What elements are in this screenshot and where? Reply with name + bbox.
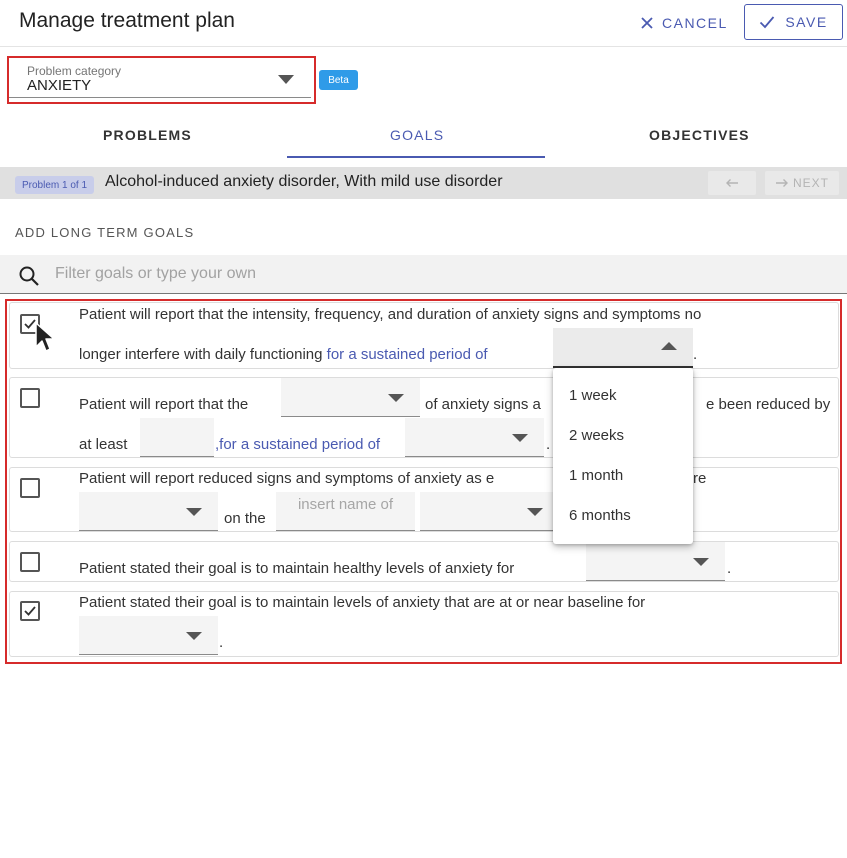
goal-link-text: ,for a sustained period of <box>215 436 381 453</box>
goal-text: Patient will report that the intensity, … <box>79 306 702 323</box>
check-icon <box>760 16 775 29</box>
problem-category-label: Problem category <box>27 64 122 78</box>
goal-dropdown[interactable] <box>79 616 218 655</box>
cancel-button[interactable]: CANCEL <box>640 12 728 34</box>
dropdown-arrow-icon <box>693 558 709 566</box>
dropdown-arrow-icon <box>527 508 543 516</box>
section-title: ADD LONG TERM GOALS <box>15 225 195 240</box>
goal-punctuation: . <box>546 436 551 453</box>
goal-checkbox[interactable] <box>20 478 40 498</box>
search-input[interactable] <box>55 263 755 285</box>
dropdown-arrow-icon <box>186 508 202 516</box>
goal-punctuation: . <box>727 560 732 577</box>
instrument-name-input[interactable]: insert name of <box>276 492 415 531</box>
dropdown-arrow-icon <box>512 434 528 442</box>
dropdown-arrow-icon <box>186 632 202 640</box>
goal-text: of anxiety signs a <box>425 396 541 413</box>
goal-text-line: longer interfere with daily functioning <box>79 346 323 363</box>
goal-dropdown[interactable] <box>405 418 544 457</box>
goal-text: on the <box>224 510 266 527</box>
menu-item-1-month[interactable]: 1 month <box>553 456 693 496</box>
number-input[interactable] <box>140 418 214 457</box>
goal-text: Patient stated their goal is to maintain… <box>79 560 515 577</box>
goal-punctuation: . <box>693 346 698 363</box>
page-title: Manage treatment plan <box>19 9 235 32</box>
active-tab-indicator <box>287 156 545 158</box>
arrow-right-icon <box>775 179 788 187</box>
menu-item-1-week[interactable]: 1 week <box>553 376 693 416</box>
goal-checkbox[interactable] <box>20 388 40 408</box>
tab-goals[interactable]: GOALS <box>390 127 444 143</box>
tab-objectives[interactable]: OBJECTIVES <box>649 127 750 143</box>
goal-dropdown[interactable] <box>281 378 420 417</box>
dropdown-arrow-up-icon[interactable] <box>661 342 677 350</box>
search-icon <box>19 266 39 286</box>
next-button[interactable]: NEXT <box>765 171 839 195</box>
tab-problems[interactable]: PROBLEMS <box>103 127 192 143</box>
dropdown-arrow-icon[interactable] <box>278 75 294 84</box>
close-icon <box>641 17 653 29</box>
previous-button[interactable] <box>708 171 756 195</box>
next-label: NEXT <box>792 176 829 190</box>
header-divider <box>0 46 847 47</box>
goal-text: Patient will report that the <box>79 396 249 413</box>
problem-count-chip: Problem 1 of 1 <box>15 176 94 194</box>
dropdown-arrow-icon <box>388 394 404 402</box>
goal-text: re <box>693 470 707 487</box>
duration-menu: 1 week 2 weeks 1 month 6 months <box>553 368 693 544</box>
menu-item-2-weeks[interactable]: 2 weeks <box>553 416 693 456</box>
save-button[interactable]: SAVE <box>744 4 843 40</box>
goal-text: longer interfere with daily functioning … <box>79 346 488 363</box>
goal-dropdown[interactable] <box>586 542 725 581</box>
goal-text: Patient stated their goal is to maintain… <box>79 594 646 611</box>
mouse-cursor-icon <box>35 322 55 352</box>
goal-dropdown[interactable] <box>79 492 218 531</box>
problem-title: Alcohol-induced anxiety disorder, With m… <box>105 173 503 190</box>
goal-dropdown[interactable] <box>420 492 559 531</box>
check-icon <box>24 606 36 616</box>
goal-text: at least <box>79 436 128 453</box>
goal-checkbox[interactable] <box>20 552 40 572</box>
goal-text: Patient will report reduced signs and sy… <box>79 470 495 487</box>
goal-punctuation: . <box>219 634 224 651</box>
menu-item-6-months[interactable]: 6 months <box>553 496 693 536</box>
goal-link-text: for a sustained period of <box>326 346 488 363</box>
save-label: SAVE <box>785 14 828 30</box>
cancel-label: CANCEL <box>662 15 728 31</box>
arrow-left-icon <box>726 179 738 187</box>
goal-text: e been reduced by <box>706 396 831 413</box>
beta-badge: Beta <box>319 70 358 90</box>
problem-category-value: ANXIETY <box>27 77 92 94</box>
goal-checkbox[interactable] <box>20 601 40 621</box>
